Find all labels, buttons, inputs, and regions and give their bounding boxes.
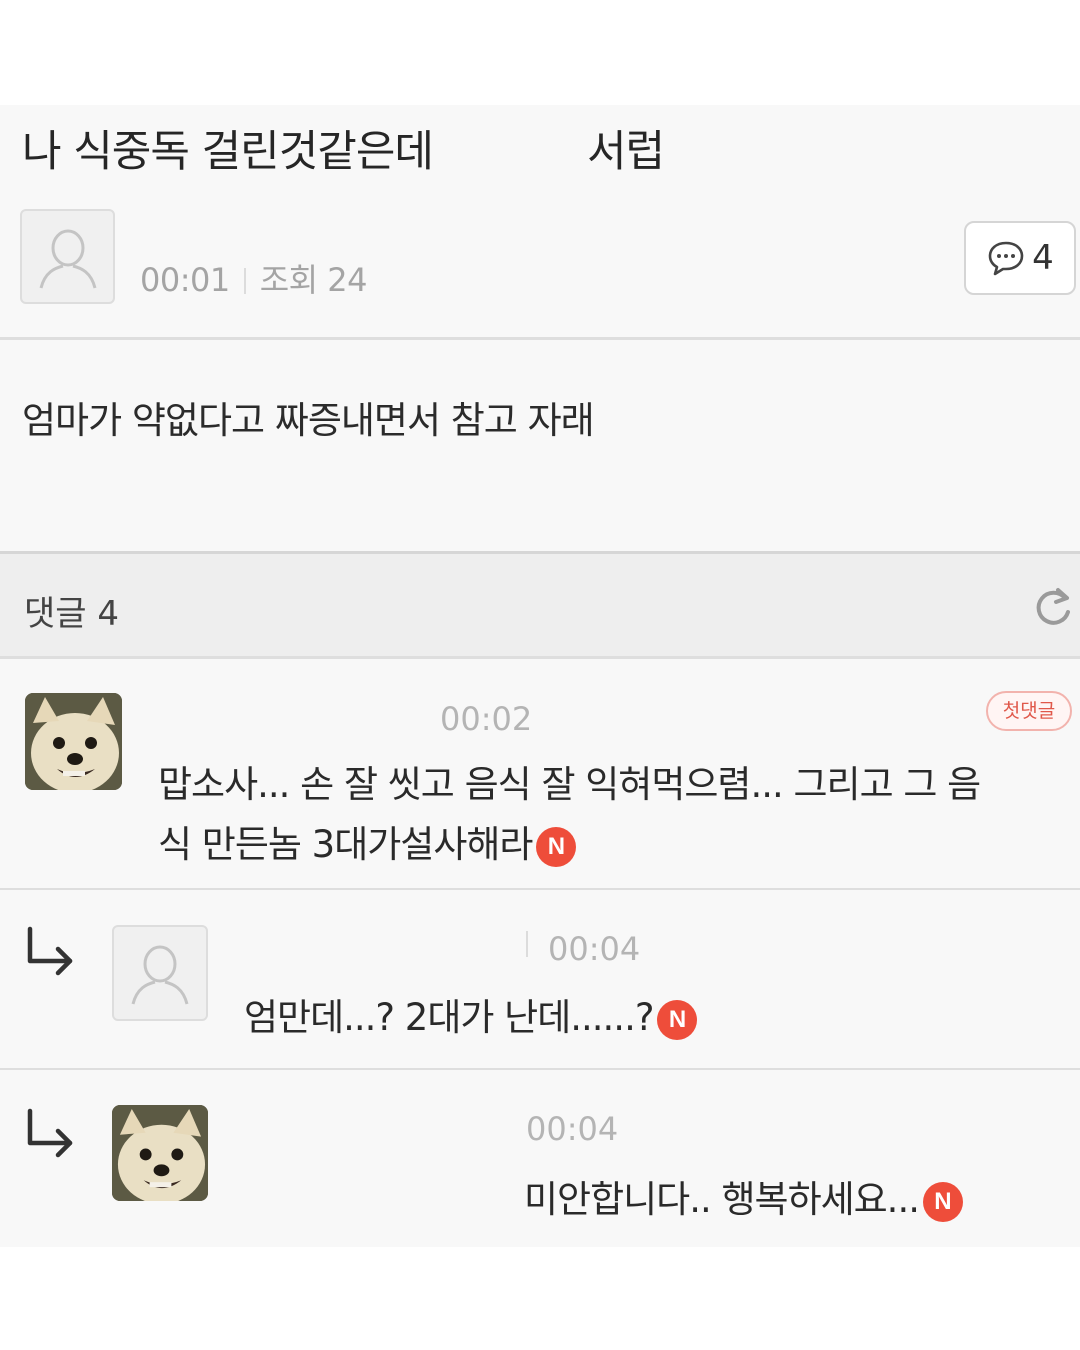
first-comment-badge: 첫댓글 bbox=[986, 691, 1072, 731]
reply-arrow-icon bbox=[27, 1108, 73, 1158]
post-card: 나 식중독 걸린것같은데 서럽 00:01 조회 24 4 엄마가 약없다고 짜증… bbox=[0, 105, 1080, 1247]
meta-divider bbox=[243, 268, 246, 294]
dog-avatar[interactable] bbox=[112, 1105, 208, 1201]
comments-header: 댓글 4 bbox=[0, 551, 1080, 659]
comment-text-span: 식 만든놈 3대가설사해라 bbox=[158, 823, 533, 866]
new-badge: N bbox=[536, 826, 577, 867]
header-divider bbox=[0, 337, 1080, 340]
meta-divider bbox=[526, 931, 528, 957]
dog-avatar[interactable] bbox=[25, 693, 122, 790]
post-title: 나 식중독 걸린것같은데 bbox=[22, 127, 434, 177]
comment-count-button[interactable]: 4 bbox=[964, 221, 1076, 295]
post-body: 엄마가 약없다고 짜증내면서 참고 자래 bbox=[22, 399, 595, 442]
new-badge: N bbox=[657, 999, 698, 1040]
dog-face-icon bbox=[25, 693, 122, 790]
comment-text-line: 식 만든놈 3대가설사해라 N bbox=[158, 815, 980, 875]
comment-text-span: 엄만데...? 2대가 난데......? bbox=[244, 996, 654, 1039]
comment-divider bbox=[0, 888, 1080, 890]
new-badge: N bbox=[922, 1181, 963, 1222]
comment-text-line: 맙소사... 손 잘 씻고 음식 잘 익혀먹으렴... 그리고 그 음 bbox=[158, 763, 981, 806]
default-avatar-icon bbox=[131, 945, 189, 1005]
comments-label: 댓글 4 bbox=[24, 594, 119, 634]
comment-text: 미안합니다.. 행복하세요... N bbox=[524, 1170, 963, 1230]
comment-time: 00:04 bbox=[548, 930, 641, 968]
refresh-icon[interactable] bbox=[1034, 584, 1074, 628]
reply-arrow-icon bbox=[27, 926, 73, 976]
comment-text: 엄만데...? 2대가 난데......? N bbox=[244, 988, 698, 1048]
author-avatar[interactable] bbox=[20, 209, 115, 304]
comment-divider bbox=[0, 1068, 1080, 1070]
comment-text: 맙소사... 손 잘 씻고 음식 잘 익혀먹으렴... 그리고 그 음 식 만든… bbox=[158, 755, 981, 875]
post-title-suffix: 서럽 bbox=[587, 127, 665, 177]
reply-author-avatar[interactable] bbox=[112, 925, 208, 1021]
default-avatar-icon bbox=[39, 229, 96, 288]
comment-count: 4 bbox=[1032, 238, 1054, 278]
comment-time: 00:04 bbox=[526, 1110, 619, 1148]
post-meta: 00:01 조회 24 bbox=[140, 255, 368, 301]
comment-text-span: 미안합니다.. 행복하세요... bbox=[524, 1178, 920, 1221]
comment-time: 00:02 bbox=[440, 700, 533, 738]
post-views: 조회 24 bbox=[259, 261, 368, 299]
post-time: 00:01 bbox=[140, 261, 230, 299]
dog-face-icon bbox=[112, 1105, 208, 1201]
comment-bubble-icon bbox=[988, 241, 1024, 276]
